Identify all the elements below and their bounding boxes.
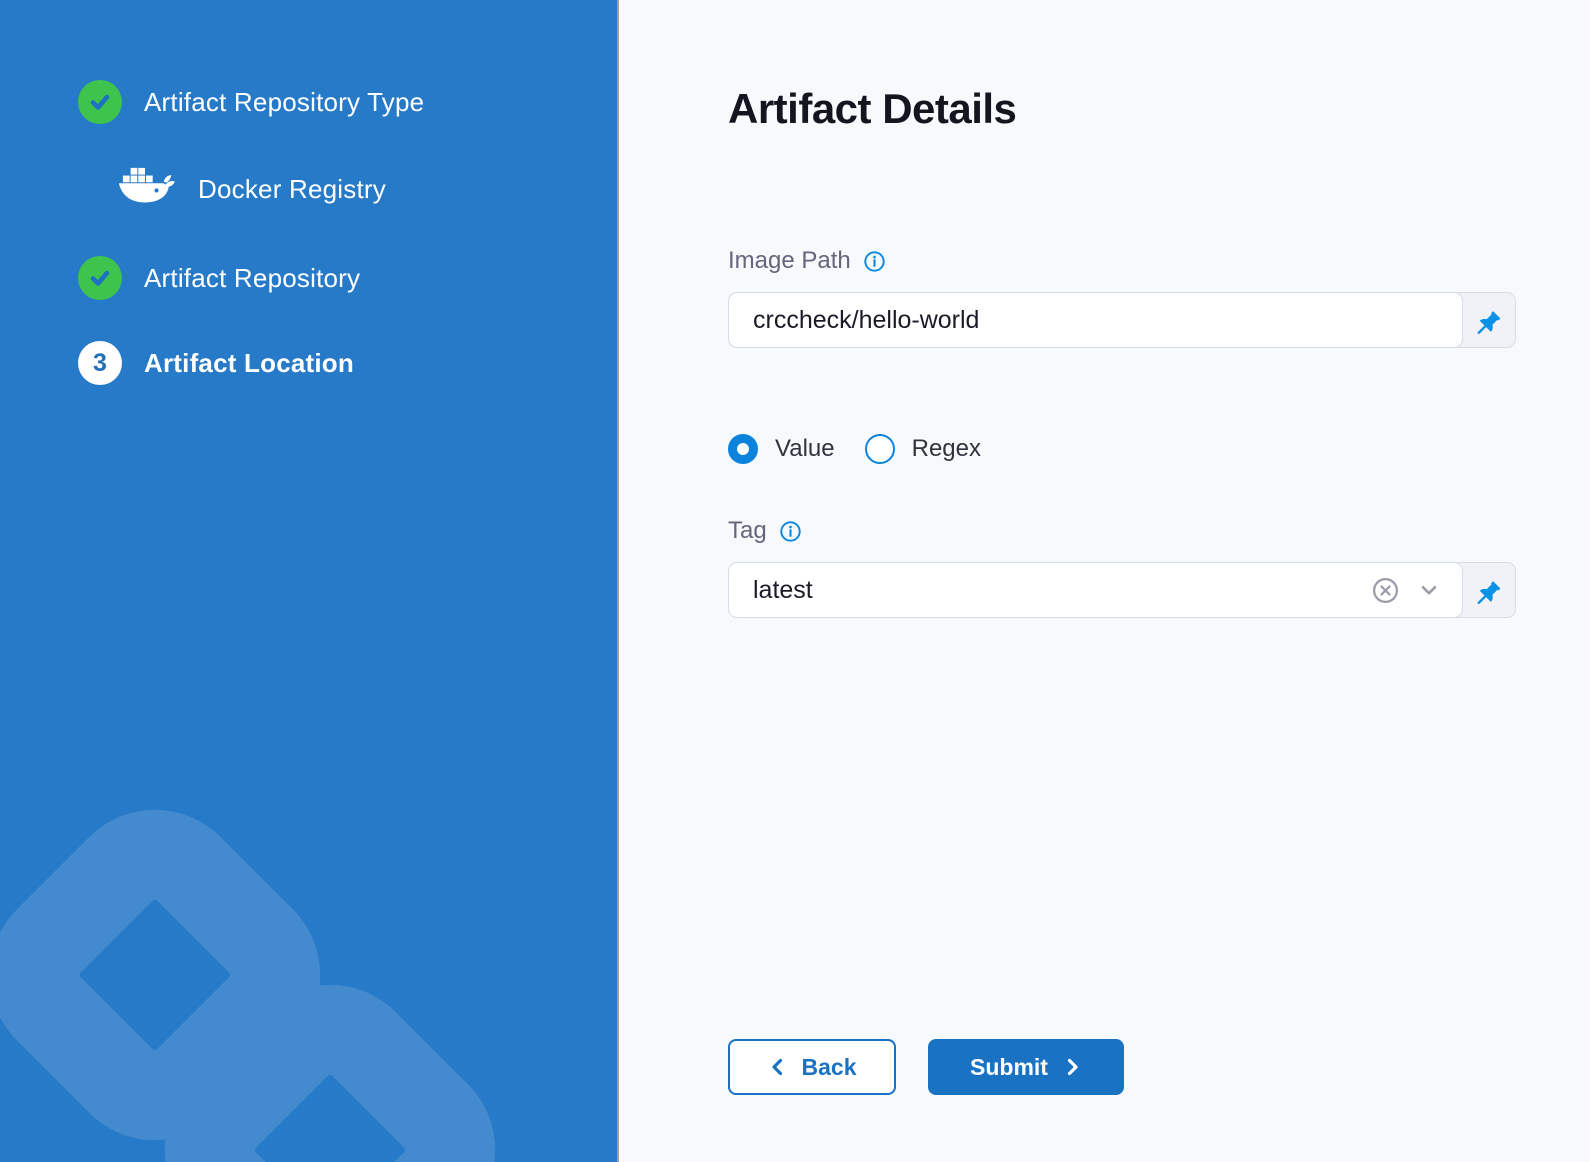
step-complete-icon: [78, 80, 122, 124]
artifact-details-panel: Artifact Details Image Path Value Re: [619, 0, 1590, 1162]
submit-button[interactable]: Submit: [928, 1039, 1124, 1095]
image-path-pin-button[interactable]: [1462, 293, 1515, 347]
value-type-radio-group: Value Regex: [728, 432, 1590, 466]
back-button[interactable]: Back: [728, 1039, 896, 1095]
step-label-active: Artifact Location: [144, 348, 354, 379]
chevron-left-icon: [768, 1057, 788, 1077]
sidebar-step-artifact-repository-type[interactable]: Artifact Repository Type: [78, 80, 617, 124]
back-button-label: Back: [802, 1054, 857, 1081]
wizard-footer-buttons: Back Submit: [728, 1039, 1590, 1095]
step-complete-icon: [78, 256, 122, 300]
page-title: Artifact Details: [728, 84, 1590, 134]
pin-icon: [1475, 577, 1502, 604]
chevron-down-icon[interactable]: [1416, 577, 1442, 603]
radio-label: Value: [775, 435, 835, 463]
step-number-badge: 3: [78, 341, 122, 385]
step-label: Artifact Repository: [144, 263, 360, 294]
step-label: Artifact Repository Type: [144, 87, 424, 118]
radio-selected-icon[interactable]: [728, 434, 758, 464]
sidebar-step-docker-registry: Docker Registry: [114, 165, 617, 213]
image-path-label-row: Image Path: [728, 246, 1590, 276]
docker-icon: [114, 165, 176, 213]
radio-option-value[interactable]: Value: [728, 434, 835, 464]
check-icon: [87, 89, 113, 115]
info-icon[interactable]: [779, 520, 802, 543]
tag-label: Tag: [728, 516, 767, 546]
image-path-label: Image Path: [728, 246, 851, 276]
image-path-input[interactable]: [753, 306, 1442, 335]
tag-pin-button[interactable]: [1462, 563, 1515, 617]
harness-logo-watermark: [0, 662, 617, 1162]
tag-field[interactable]: [728, 562, 1463, 618]
radio-option-regex[interactable]: Regex: [865, 434, 981, 464]
image-path-input-group: [728, 292, 1516, 348]
chevron-right-icon: [1062, 1057, 1082, 1077]
radio-unselected-icon[interactable]: [865, 434, 895, 464]
tag-input[interactable]: [753, 576, 1371, 605]
image-path-field[interactable]: [728, 292, 1463, 348]
step-selection-label: Docker Registry: [198, 174, 386, 205]
sidebar-step-artifact-location[interactable]: 3 Artifact Location: [78, 341, 617, 385]
tag-label-row: Tag: [728, 516, 1590, 546]
radio-label: Regex: [912, 435, 981, 463]
check-icon: [87, 265, 113, 291]
wizard-sidebar: Artifact Repository Type Docker Registry: [0, 0, 617, 1162]
info-icon[interactable]: [863, 250, 886, 273]
pin-icon: [1475, 307, 1502, 334]
tag-input-group: [728, 562, 1516, 618]
submit-button-label: Submit: [970, 1054, 1048, 1081]
sidebar-step-artifact-repository[interactable]: Artifact Repository: [78, 256, 617, 300]
clear-icon[interactable]: [1371, 576, 1400, 605]
